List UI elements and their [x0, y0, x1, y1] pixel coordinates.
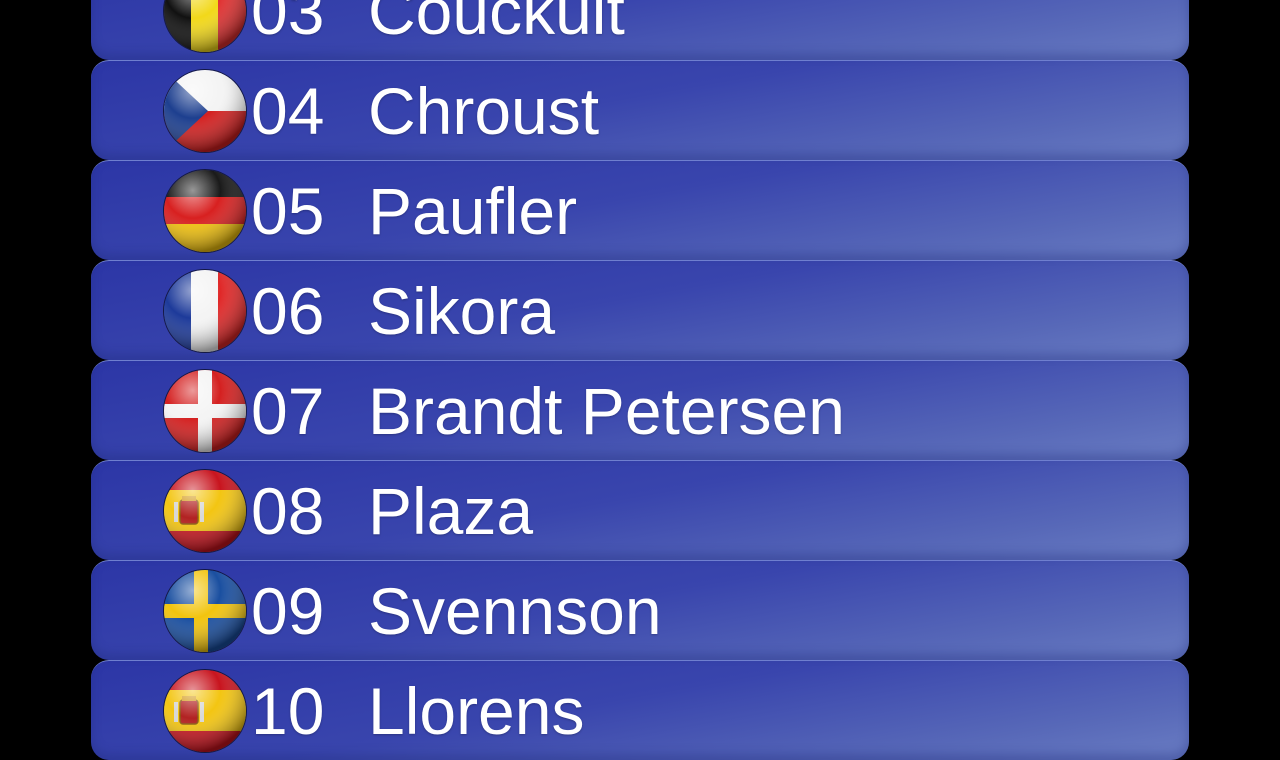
player-name: Brandt Petersen — [368, 373, 845, 448]
spain-flag-icon — [164, 470, 246, 552]
player-number: 07 — [251, 373, 325, 448]
player-number: 08 — [251, 473, 325, 548]
denmark-flag-icon — [164, 370, 246, 452]
player-number: 10 — [251, 673, 325, 748]
player-name: Chroust — [368, 73, 600, 148]
sweden-flag-icon — [164, 570, 246, 652]
player-name: Svennson — [368, 573, 662, 648]
player-list: 03 Couckuit 04 Chroust 05 Paufler 06 Sik… — [91, 0, 1189, 760]
germany-flag-icon — [164, 170, 246, 252]
belgium-flag-icon — [164, 0, 246, 52]
player-number: 09 — [251, 573, 325, 648]
list-item[interactable]: 09 Svennson — [91, 560, 1189, 660]
player-name: Sikora — [368, 273, 556, 348]
player-name: Plaza — [368, 473, 534, 548]
list-item[interactable]: 08 Plaza — [91, 460, 1189, 560]
spain-flag-icon — [164, 670, 246, 752]
player-name: Llorens — [368, 673, 585, 748]
list-item[interactable]: 06 Sikora — [91, 260, 1189, 360]
player-name: Couckuit — [368, 0, 625, 48]
list-item[interactable]: 04 Chroust — [91, 60, 1189, 160]
list-item[interactable]: 03 Couckuit — [91, 0, 1189, 60]
player-number: 05 — [251, 173, 325, 248]
player-name: Paufler — [368, 173, 578, 248]
czech-flag-icon — [164, 70, 246, 152]
player-number: 06 — [251, 273, 325, 348]
france-flag-icon — [164, 270, 246, 352]
player-number: 03 — [251, 0, 325, 48]
list-item[interactable]: 07 Brandt Petersen — [91, 360, 1189, 460]
player-number: 04 — [251, 73, 325, 148]
list-item[interactable]: 05 Paufler — [91, 160, 1189, 260]
list-item[interactable]: 10 Llorens — [91, 660, 1189, 760]
